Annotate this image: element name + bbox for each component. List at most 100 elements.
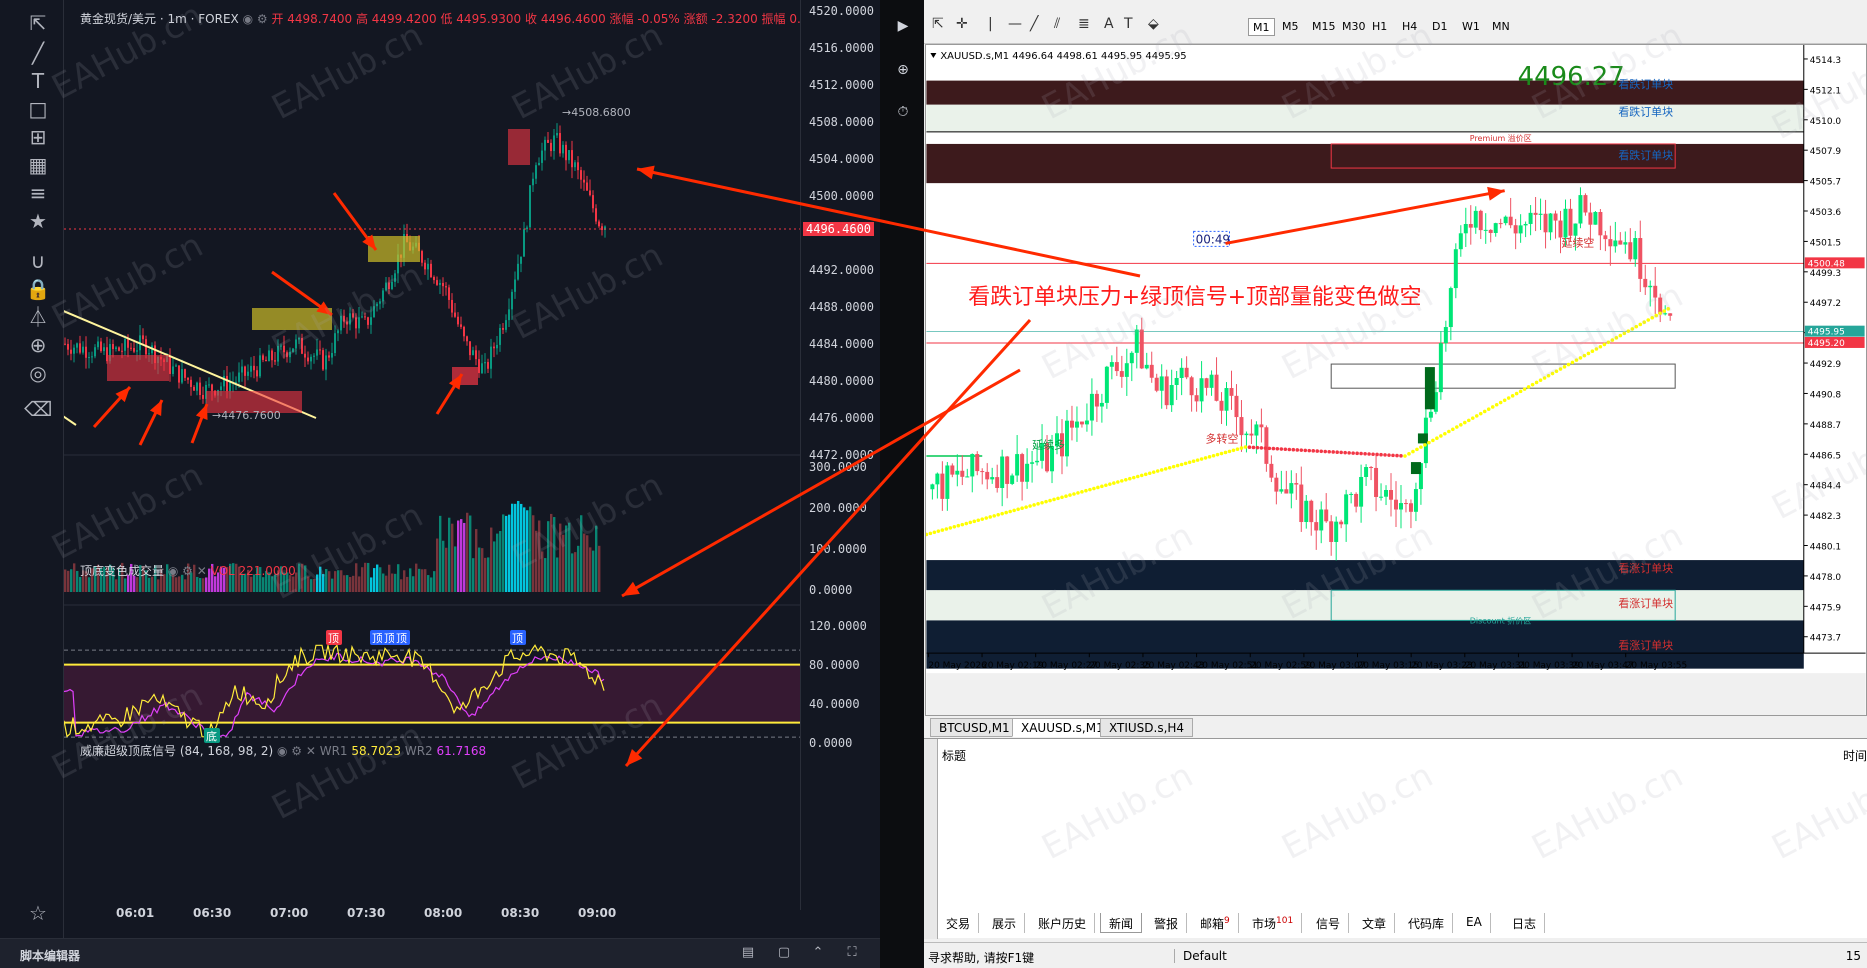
candle-body [478,359,480,374]
toolbox-tab[interactable]: EA [1458,913,1491,933]
magnet-icon[interactable]: ∪ [24,248,52,274]
price-axis[interactable]: 4520.0000 4516.0000 4512.0000 4508.0000 4504… [800,0,880,910]
chart-tab[interactable]: XAUUSD.s,M1 [1012,718,1113,737]
mt-price-label: 4499.3 [1810,269,1841,279]
lock-icon[interactable]: 🔒 [24,276,52,302]
mt-candle-body [1189,377,1194,396]
volume-bar [550,513,553,592]
mt-price-label: 4478.0 [1810,573,1842,583]
volume-bar [397,564,400,592]
chevron-up-icon[interactable]: ⌃ [810,945,826,961]
toolbox-tab[interactable]: 文章 [1354,913,1396,933]
volume-bar [379,567,382,592]
timeframe-m5[interactable]: M5 [1278,18,1303,36]
fib-icon[interactable]: ≡ [24,180,52,206]
cursor-icon[interactable]: ⇱ [932,16,944,32]
crosshair-icon[interactable]: ⊕ [24,332,52,358]
fib-icon[interactable]: ≣ [1078,16,1090,32]
settings-icon[interactable]: ◉ ⚙ ✕ [168,564,211,578]
symbol-title[interactable]: 黄金现货/美元 · 1m · FOREX [80,12,239,26]
timeframe-h4[interactable]: H4 [1398,18,1421,36]
maximize-icon[interactable]: ▢ [776,945,792,961]
toolbox-tab[interactable]: 信号 [1308,913,1350,933]
play-icon[interactable]: ▶ [892,18,914,40]
mt-chart[interactable]: XAUUSD.s,M1 4496.64 4498.61 4495.95 4495… [925,44,1867,716]
price-axis-label: 4492.0000 [809,263,875,277]
chart-tab[interactable]: BTCUSD,M1 [930,718,1019,737]
ma-dot [1566,362,1571,367]
label-icon[interactable]: T [1124,16,1133,32]
fullscreen-icon[interactable]: ⛶ [844,945,860,961]
time-axis[interactable]: 06:01 06:30 07:00 07:30 08:00 08:30 09:00 [64,900,880,930]
toolbox-side-handle[interactable] [924,739,938,939]
eye-icon[interactable]: ◎ [24,360,52,386]
mt-candle-body [1329,521,1334,542]
ma-dot [1120,479,1124,483]
timeframe-m1[interactable]: M1 [1248,18,1275,36]
candle-body [457,316,459,325]
channel-icon[interactable]: ⫽ [1054,16,1060,32]
mt-price-label: 4490.8 [1810,390,1842,400]
ma-dot [1179,462,1184,467]
mt-candle-body [1558,220,1563,238]
toolbox-tab[interactable]: 代码库 [1400,913,1454,933]
mt-candle-body [1413,489,1418,512]
script-editor-label[interactable]: 脚本编辑器 [20,947,80,964]
candle-body [544,139,546,151]
star-icon[interactable]: ★ [24,208,52,234]
toolbox-tab[interactable]: 新闻 [1100,913,1143,933]
trendline-icon[interactable]: ╱ [1030,16,1038,32]
timeframe-m15[interactable]: M15 [1308,18,1340,36]
eraser-icon[interactable]: ⌫ [24,396,52,422]
shapes-icon[interactable]: ⬙ [1148,16,1159,32]
cursor-icon[interactable]: ⇱ [24,10,52,36]
timeframe-m30[interactable]: M30 [1338,18,1370,36]
filter-icon[interactable]: ⏃ [24,304,52,330]
trendline-icon[interactable]: ╱ [24,40,52,66]
hline-icon[interactable]: — [1008,16,1022,32]
grid-icon[interactable]: ▦ [24,152,52,178]
volume-bar [436,538,439,592]
candle-body [598,221,600,227]
ma-dot [1056,496,1060,501]
toolbox-tab[interactable]: 展示 [984,913,1026,933]
mt-candle-body [1084,420,1089,425]
calendar-icon[interactable]: ▤ [740,945,756,961]
vline-icon[interactable]: | [988,16,993,32]
mt-candle-body [1448,288,1453,328]
toolbox-tab[interactable]: 交易 [938,913,980,933]
toolbox-tab[interactable]: 日志 [1504,913,1546,933]
toolbox-tab[interactable]: 账户历史 [1030,913,1096,933]
timeframe-w1[interactable]: W1 [1458,18,1484,36]
clock-icon[interactable]: ⏱ [892,104,914,126]
favorites-star-icon[interactable]: ☆ [24,900,52,926]
settings-icon[interactable]: ◉ ⚙ ✕ [277,744,320,758]
chart-tab[interactable]: XTIUSD.s,H4 [1100,718,1194,737]
toolbox-tab-label: 交易 [946,917,971,931]
rectangle-icon[interactable]: □ [24,96,52,122]
toolbox-tab[interactable]: 邮箱9 [1192,913,1239,933]
candle-body [574,162,576,168]
text-icon[interactable]: T [24,68,52,94]
mt-candle-body [1289,483,1294,494]
mt-candle-body [1603,235,1608,240]
ma-dot [1407,452,1411,456]
pattern-icon[interactable]: ⊞ [24,124,52,150]
timeframe-mn[interactable]: MN [1488,18,1514,36]
timeframe-d1[interactable]: D1 [1428,18,1451,36]
news-column-title[interactable]: 标题 [942,747,966,764]
news-column-time[interactable]: 时间 [1843,747,1867,764]
main-chart[interactable]: 顶顶顶顶顶底 →4508.6800→4476.7600 [64,0,800,910]
ma-dot [976,518,981,523]
text-icon[interactable]: A [1104,16,1114,32]
mt-candle-body [1234,395,1239,418]
timeframe-h1[interactable]: H1 [1368,18,1391,36]
timer-icon[interactable]: ⊕ [892,62,914,84]
candle-body [346,321,348,325]
toolbox-tab[interactable]: 市场101 [1244,913,1303,933]
toolbox-tab[interactable]: 警报 [1146,913,1188,933]
crosshair-icon[interactable]: ✛ [956,16,968,32]
visibility-icon[interactable]: ◉ ⚙ [243,12,272,26]
volume-bar [331,578,334,592]
ma-dot [932,530,937,535]
